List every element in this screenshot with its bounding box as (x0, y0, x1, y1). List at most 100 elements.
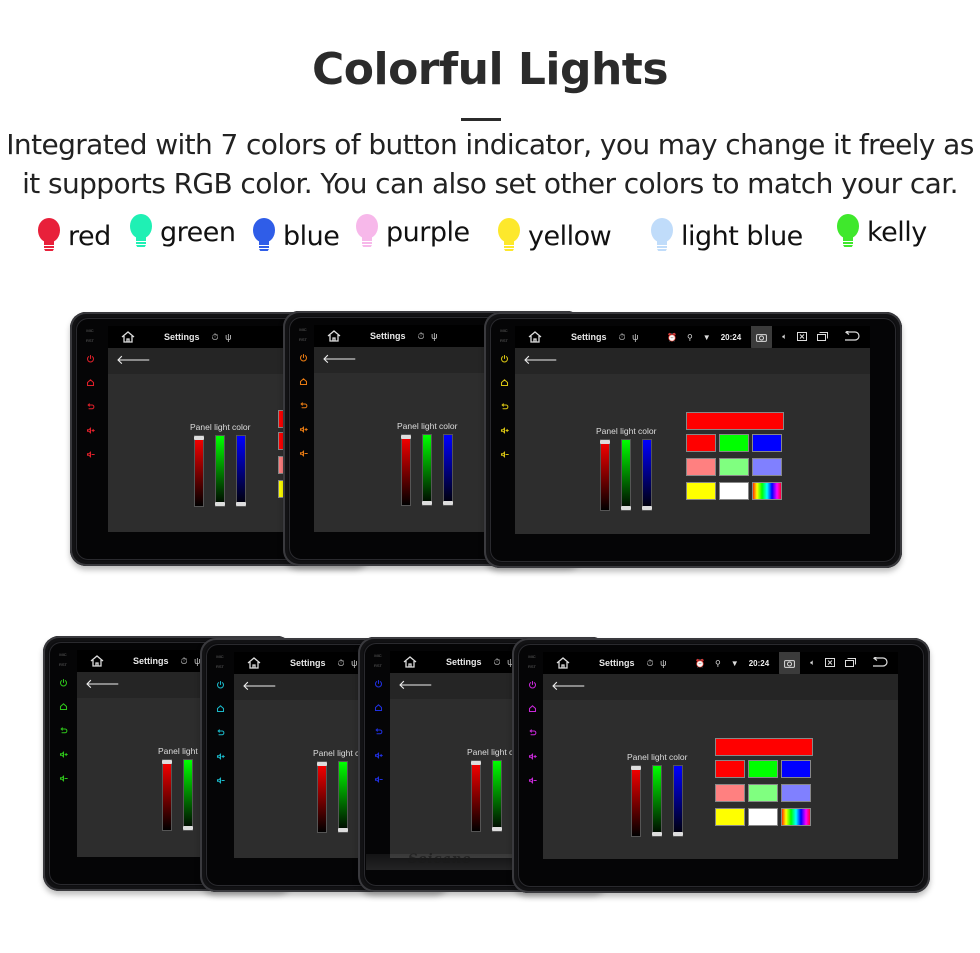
volume-icon[interactable]: 🔈︎ (782, 332, 787, 342)
back-icon[interactable] (520, 720, 544, 744)
home-icon[interactable] (246, 656, 262, 670)
slider-green[interactable] (422, 434, 432, 506)
back-icon[interactable] (78, 394, 102, 418)
color-swatch[interactable] (748, 808, 778, 826)
volume-down-icon[interactable] (208, 768, 232, 792)
color-swatch[interactable] (781, 760, 811, 778)
back-icon[interactable] (492, 394, 516, 418)
slider-thumb[interactable] (338, 828, 348, 832)
power-icon[interactable] (492, 346, 516, 370)
home-icon[interactable] (78, 370, 102, 394)
slider-thumb[interactable] (401, 435, 411, 439)
home-icon[interactable] (291, 369, 315, 393)
slider-thumb[interactable] (194, 436, 204, 440)
volume-up-icon[interactable] (78, 418, 102, 442)
home-icon[interactable] (520, 696, 544, 720)
color-swatch[interactable] (781, 784, 811, 802)
color-swatch[interactable] (719, 434, 749, 452)
back-icon[interactable] (291, 393, 315, 417)
volume-down-icon[interactable] (492, 442, 516, 466)
color-swatch[interactable] (781, 808, 811, 826)
volume-up-icon[interactable] (366, 743, 390, 767)
slider-blue[interactable] (673, 765, 683, 837)
color-swatch[interactable] (752, 458, 782, 476)
slider-red[interactable] (162, 759, 172, 831)
slider-green[interactable] (492, 760, 502, 832)
arrow-left-icon[interactable]: 🡐 (398, 677, 433, 693)
slider-thumb[interactable] (471, 761, 481, 765)
arrow-left-icon[interactable]: 🡐 (242, 678, 277, 694)
close-box-icon[interactable] (825, 657, 835, 669)
slider-thumb[interactable] (631, 766, 641, 770)
color-swatch[interactable] (752, 482, 782, 500)
slider-blue[interactable] (443, 434, 453, 506)
volume-down-icon[interactable] (51, 766, 75, 790)
arrow-left-icon[interactable]: 🡐 (551, 678, 586, 694)
close-box-icon[interactable] (797, 331, 807, 343)
camera-icon[interactable] (751, 326, 773, 350)
slider-red[interactable] (317, 761, 327, 833)
volume-up-icon[interactable] (520, 744, 544, 768)
volume-down-icon[interactable] (520, 768, 544, 792)
slider-red[interactable] (600, 439, 610, 511)
volume-up-icon[interactable] (208, 744, 232, 768)
volume-up-icon[interactable] (51, 742, 75, 766)
power-icon[interactable] (78, 346, 102, 370)
home-icon[interactable] (492, 370, 516, 394)
home-icon[interactable] (208, 696, 232, 720)
slider-green[interactable] (183, 759, 193, 831)
color-swatch[interactable] (748, 760, 778, 778)
home-icon[interactable] (527, 330, 543, 344)
slider-thumb[interactable] (443, 501, 453, 505)
volume-icon[interactable]: 🔈︎ (810, 658, 815, 668)
color-swatch[interactable] (752, 434, 782, 452)
volume-down-icon[interactable] (366, 767, 390, 791)
slider-blue[interactable] (236, 435, 246, 507)
slider-thumb[interactable] (183, 826, 193, 830)
slider-thumb[interactable] (422, 501, 432, 505)
power-icon[interactable] (208, 672, 232, 696)
color-swatch[interactable] (715, 784, 745, 802)
arrow-left-icon[interactable]: 🡐 (85, 676, 120, 692)
volume-up-icon[interactable] (291, 417, 315, 441)
slider-thumb[interactable] (642, 506, 652, 510)
power-icon[interactable] (520, 672, 544, 696)
slider-thumb[interactable] (162, 760, 172, 764)
slider-green[interactable] (215, 435, 225, 507)
slider-thumb[interactable] (215, 502, 225, 506)
power-icon[interactable] (366, 671, 390, 695)
volume-down-icon[interactable] (78, 442, 102, 466)
color-swatch[interactable] (686, 458, 716, 476)
return-icon[interactable] (872, 655, 888, 669)
home-icon[interactable] (120, 330, 136, 344)
volume-down-icon[interactable] (291, 441, 315, 465)
home-icon[interactable] (555, 656, 571, 670)
color-swatch[interactable] (686, 434, 716, 452)
back-icon[interactable] (366, 719, 390, 743)
slider-red[interactable] (401, 434, 411, 506)
slider-thumb[interactable] (317, 762, 327, 766)
back-icon[interactable] (51, 718, 75, 742)
slider-red[interactable] (471, 760, 481, 832)
home-icon[interactable] (89, 654, 105, 668)
return-icon[interactable] (844, 329, 860, 343)
slider-thumb[interactable] (600, 440, 610, 444)
slider-red[interactable] (194, 435, 204, 507)
color-swatch[interactable] (719, 482, 749, 500)
slider-thumb[interactable] (236, 502, 246, 506)
home-icon[interactable] (366, 695, 390, 719)
color-swatch[interactable] (719, 458, 749, 476)
recent-apps-icon[interactable] (817, 331, 828, 343)
color-swatch[interactable] (686, 482, 716, 500)
color-swatch[interactable] (715, 760, 745, 778)
slider-blue[interactable] (642, 439, 652, 511)
color-swatch[interactable] (748, 784, 778, 802)
home-icon[interactable] (51, 694, 75, 718)
slider-green[interactable] (652, 765, 662, 837)
slider-green[interactable] (621, 439, 631, 511)
slider-thumb[interactable] (621, 506, 631, 510)
color-swatch[interactable] (715, 808, 745, 826)
arrow-left-icon[interactable]: 🡐 (116, 352, 151, 368)
arrow-left-icon[interactable]: 🡐 (322, 351, 357, 367)
home-icon[interactable] (402, 655, 418, 669)
